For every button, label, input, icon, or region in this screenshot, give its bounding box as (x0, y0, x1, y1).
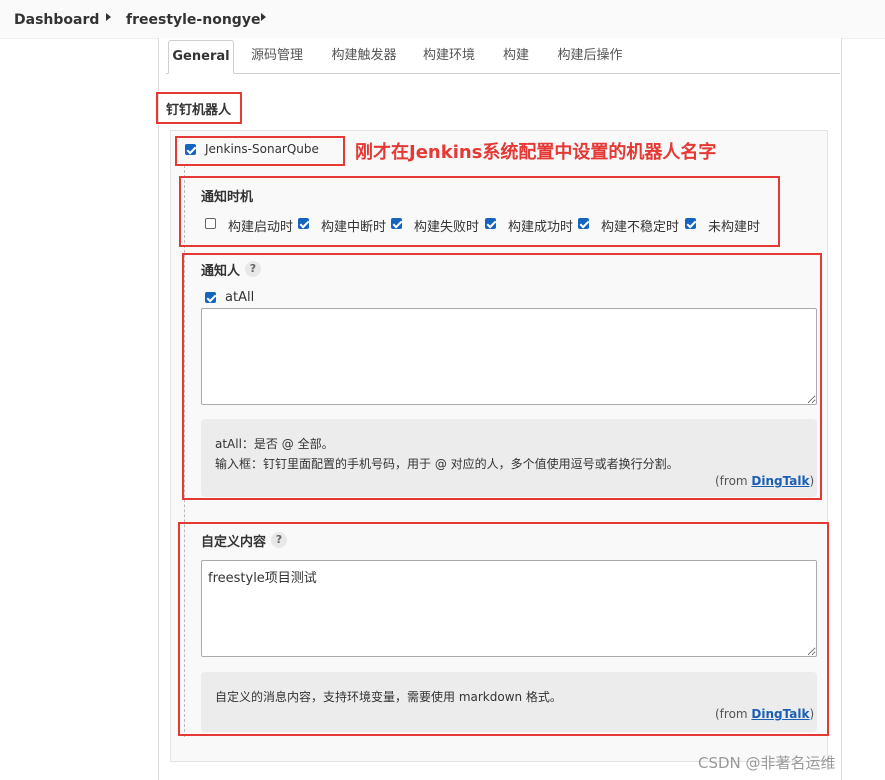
custom-content-from: (from DingTalk) (715, 707, 814, 721)
config-tabs: General 源码管理 构建触发器 构建环境 构建 构建后操作 (166, 40, 840, 74)
notify-people-help-icon[interactable]: ? (245, 261, 261, 277)
notify-unstable-checkbox[interactable] (578, 218, 589, 229)
notify-people-help-line2: 输入框：钉钉里面配置的手机号码，用于 @ 对应的人，多个值使用逗号或者换行分割。 (215, 457, 679, 471)
tab-build[interactable]: 构建 (496, 40, 536, 72)
from-suffix: ) (809, 707, 815, 721)
dingtalk-link[interactable]: DingTalk (751, 707, 809, 721)
notify-start-label: 构建启动时 (228, 220, 294, 235)
tab-build-env[interactable]: 构建环境 (416, 40, 482, 72)
breadcrumb-dashboard[interactable]: Dashboard (14, 12, 99, 28)
notify-notbuilt-checkbox[interactable] (685, 218, 696, 229)
notify-success-label: 构建成功时 (508, 220, 574, 235)
notify-failure-label: 构建失败时 (414, 220, 480, 235)
notify-failure-checkbox[interactable] (391, 218, 402, 229)
notify-people-from: (from DingTalk) (715, 474, 814, 488)
atall-checkbox[interactable] (205, 292, 216, 303)
robot-name-label: Jenkins-SonarQube (205, 142, 319, 156)
tab-post-build[interactable]: 构建后操作 (550, 40, 630, 72)
custom-content-help-text: 自定义的消息内容，支持环境变量，需要使用 markdown 格式。 (215, 690, 562, 704)
breadcrumb-chevron-icon[interactable] (261, 13, 266, 21)
notify-unstable-label: 构建不稳定时 (601, 220, 680, 235)
watermark: CSDN @非著名运维 (698, 754, 836, 772)
from-suffix: ) (809, 474, 815, 488)
notify-abort-label: 构建中断时 (321, 220, 387, 235)
notify-timing-highlight (179, 176, 780, 247)
from-prefix: (from (715, 707, 752, 721)
robot-checkbox[interactable] (185, 144, 196, 155)
section-title: 钉钉机器人 (166, 103, 232, 118)
notify-people-input[interactable] (201, 308, 817, 405)
atall-label: atAll (225, 290, 255, 305)
custom-content-title: 自定义内容 (201, 535, 267, 550)
notify-people-title: 通知人 (201, 264, 241, 279)
notify-people-help-line1: atAll：是否 @ 全部。 (215, 437, 334, 451)
tab-general[interactable]: General (168, 40, 234, 74)
notify-timing-title: 通知时机 (201, 190, 254, 205)
breadcrumb-chevron-icon[interactable] (106, 13, 111, 21)
custom-content-input[interactable]: freestyle项目测试 (201, 560, 817, 657)
notify-start-checkbox[interactable] (205, 218, 216, 229)
notify-success-checkbox[interactable] (485, 218, 496, 229)
notify-abort-checkbox[interactable] (298, 218, 309, 229)
from-prefix: (from (715, 474, 752, 488)
dingtalk-link[interactable]: DingTalk (751, 474, 809, 488)
tab-triggers[interactable]: 构建触发器 (324, 40, 404, 72)
tab-scm[interactable]: 源码管理 (244, 40, 310, 72)
custom-content-help-icon[interactable]: ? (271, 532, 287, 548)
breadcrumb-job[interactable]: freestyle-nongye (126, 12, 260, 28)
notify-notbuilt-label: 未构建时 (708, 220, 761, 235)
annotation-text: 刚才在Jenkins系统配置中设置的机器人名字 (355, 142, 717, 163)
